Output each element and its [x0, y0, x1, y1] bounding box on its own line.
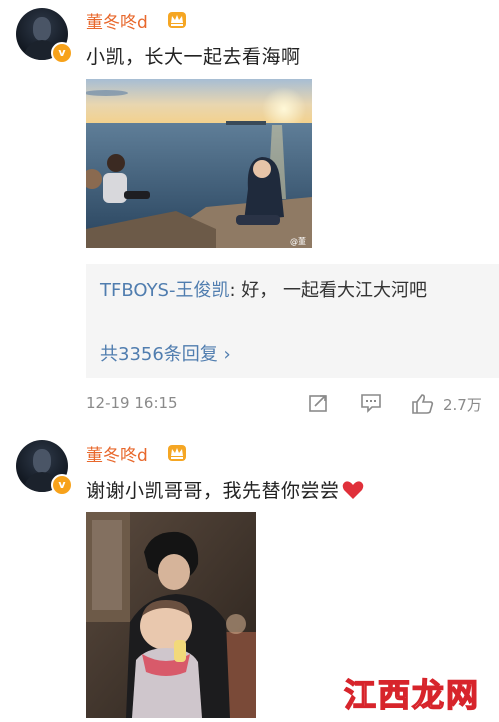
post-photo[interactable] [86, 512, 256, 718]
username[interactable]: 董冬咚d [86, 441, 148, 466]
view-replies-link[interactable]: 共3356条回复 › [100, 340, 231, 366]
heart-icon [342, 481, 363, 499]
comment-text-body: 谢谢小凯哥哥，我先替你尝尝 [86, 480, 340, 502]
like-count: 2.7万 [443, 396, 482, 414]
site-watermark: 江西龙网 [340, 668, 498, 718]
reply-author[interactable]: TFBOYS-王俊凯 [100, 280, 229, 301]
photo-watermark: @董 [290, 236, 306, 246]
comment-icon[interactable] [360, 393, 382, 413]
site-watermark-text: 江西龙网 [344, 676, 480, 714]
comment-text: 小凯，长大一起去看海啊 [86, 46, 301, 68]
verified-badge-icon: v [51, 474, 73, 496]
share-icon[interactable] [308, 393, 330, 413]
comment-text: 谢谢小凯哥哥，我先替你尝尝 [86, 476, 364, 503]
verified-badge-icon: v [51, 42, 73, 64]
post-photo[interactable]: @董 [86, 79, 312, 248]
crown-icon [168, 445, 186, 461]
crown-icon [168, 12, 186, 28]
reply-box[interactable]: TFBOYS-王俊凯: 好， 一起看大江大河吧 共3356条回复 › [86, 264, 499, 378]
reply-content: : 好， 一起看大江大河吧 [229, 280, 427, 301]
timestamp: 12-19 16:15 [86, 394, 178, 412]
reply-text: TFBOYS-王俊凯: 好， 一起看大江大河吧 [100, 276, 480, 306]
like-icon[interactable] [411, 393, 435, 415]
username[interactable]: 董冬咚d [86, 8, 148, 33]
